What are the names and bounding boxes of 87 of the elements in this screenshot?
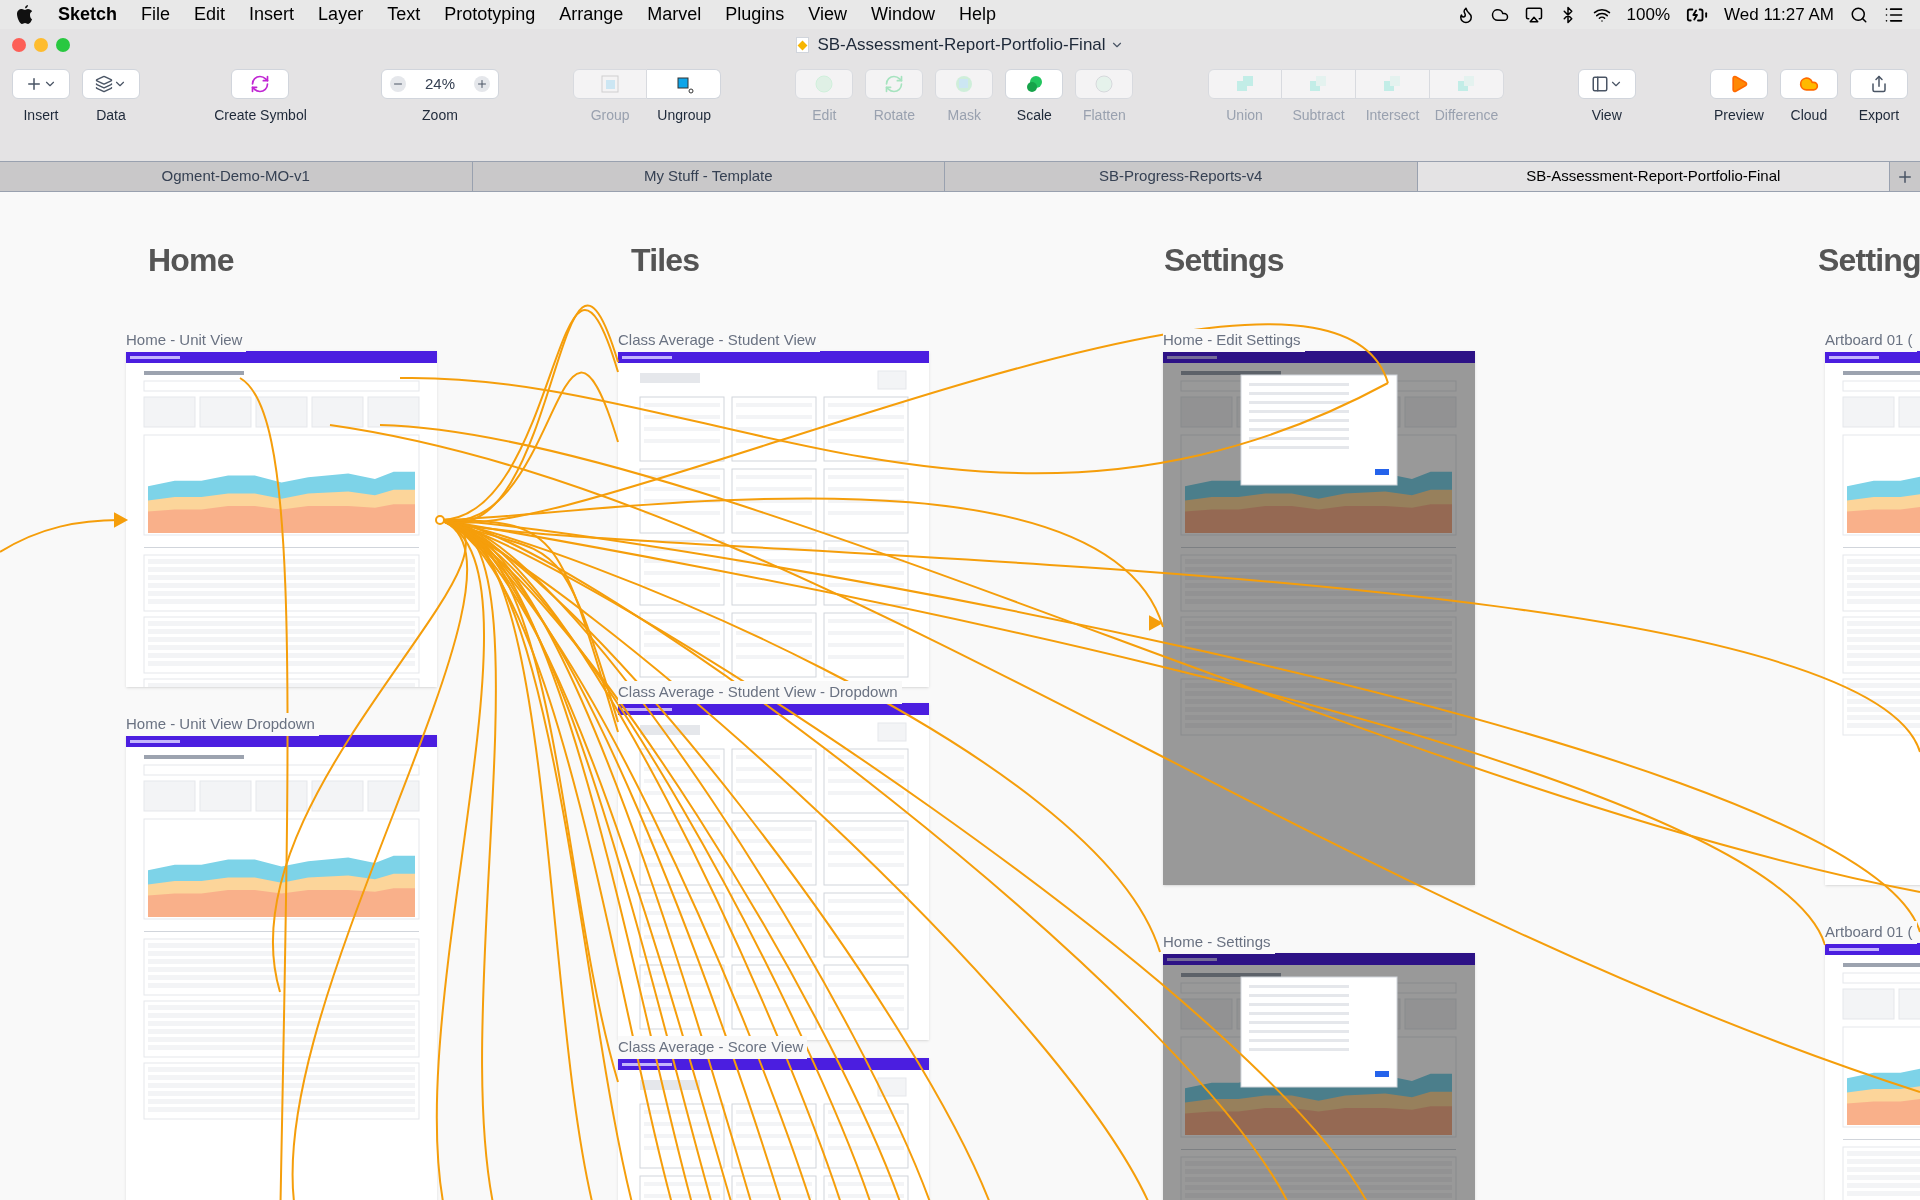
artboard-label[interactable]: Artboard 01 ( [1825, 921, 1917, 944]
shapes-icon [1234, 74, 1255, 94]
edit-icon [814, 74, 835, 94]
mask-icon [954, 74, 975, 94]
toolbar-label: Group [590, 106, 630, 125]
section-title: Settings [1164, 241, 1284, 280]
flatten-icon [1094, 74, 1115, 94]
artboard-drawing[interactable] [1163, 953, 1475, 1200]
close-window-icon[interactable] [12, 38, 26, 52]
document-tab[interactable]: SB-Progress-Reports-v4 [945, 162, 1418, 191]
toolbar-label: Insert [23, 106, 59, 125]
document-tab[interactable]: Ogment-Demo-MO-v1 [0, 162, 473, 191]
toolbar-button[interactable] [1849, 69, 1908, 99]
artboard-drawing[interactable] [618, 1058, 929, 1200]
artboard-label[interactable]: Class Average - Score View [618, 1036, 808, 1059]
zoom-in-icon[interactable] [473, 76, 490, 92]
toolbar-label: Rotate [873, 106, 915, 125]
layers-icon [95, 75, 127, 93]
toolbar-button[interactable] [12, 69, 70, 99]
toolbar-label: Flatten [1082, 106, 1126, 125]
zoom-value: 24% [424, 73, 455, 94]
menu-item[interactable]: Marvel [647, 1, 702, 28]
airplay-icon[interactable] [1524, 5, 1543, 24]
layout-icon [1590, 75, 1623, 93]
toolbar-label: Preview [1714, 106, 1764, 125]
zoom-out-icon[interactable] [389, 76, 406, 92]
artboard-label[interactable]: Home - Unit View Dropdown [126, 713, 319, 736]
app-menu[interactable]: Sketch [58, 1, 118, 28]
menu-item[interactable]: Layer [318, 1, 364, 28]
menu-item[interactable]: Edit [194, 1, 226, 28]
toolbar-label: Scale [1016, 106, 1052, 125]
menu-item[interactable]: Text [387, 1, 421, 28]
artboard-drawing[interactable] [1163, 351, 1475, 885]
toolbar-label: Subtract [1292, 106, 1345, 125]
toolbar-button[interactable] [82, 69, 140, 99]
artboard-drawing[interactable] [618, 351, 929, 687]
menu-item[interactable]: Plugins [725, 1, 785, 28]
menu-item[interactable]: Prototyping [444, 1, 536, 28]
menu-item[interactable]: Insert [249, 1, 295, 28]
toolbar-label: Create Symbol [214, 106, 307, 125]
menu-item[interactable]: Arrange [559, 1, 624, 28]
zoom-control[interactable]: 24% [380, 69, 499, 99]
search-icon[interactable] [1850, 5, 1868, 24]
toolbar-label: Zoom [422, 106, 458, 125]
document-tab[interactable]: SB-Assessment-Report-Portfolio-Final [1417, 162, 1890, 191]
menu-clock[interactable]: Wed 11:27 AM [1724, 1, 1834, 28]
artboard-drawing[interactable] [618, 703, 929, 1040]
artboard-drawing[interactable] [126, 351, 437, 687]
toolbar-button[interactable] [647, 69, 722, 99]
shapes-icon [1308, 74, 1329, 94]
export-icon [1869, 75, 1888, 93]
artboard-drawing[interactable] [126, 735, 437, 1200]
toolbar-button[interactable] [231, 69, 290, 99]
toolbar-label: Difference [1434, 106, 1499, 125]
apple-logo-icon[interactable] [16, 4, 34, 25]
section-title: Setting [1818, 241, 1920, 280]
toolbar-label: Edit [812, 106, 837, 125]
toolbar-label: Ungroup [657, 106, 711, 125]
document-tab[interactable]: My Stuff - Template [472, 162, 945, 191]
section-title: Tiles [631, 241, 700, 280]
group-icon [600, 74, 621, 94]
toolbar-button[interactable] [1577, 69, 1636, 99]
shapes-icon [1382, 74, 1403, 94]
window-title[interactable]: SB-Assessment-Report-Portfolio-Final [817, 32, 1106, 58]
toolbar-label: Mask [947, 106, 982, 125]
menu-item[interactable]: View [808, 1, 848, 28]
artboard-label[interactable]: Home - Edit Settings [1163, 329, 1305, 352]
toolbar-button[interactable] [1005, 69, 1064, 99]
battery-percent: 100% [1626, 3, 1671, 26]
toolbar-label: Cloud [1790, 106, 1828, 125]
menu-item[interactable]: Window [871, 1, 936, 28]
menu-item[interactable]: Help [959, 1, 997, 28]
section-title: Home [148, 241, 234, 280]
plus-icon [25, 75, 57, 93]
cloud-icon [1798, 74, 1819, 94]
toolbar-label: Export [1858, 106, 1900, 125]
document-icon [796, 37, 810, 53]
rotate-icon [884, 74, 905, 94]
shapes-icon [1456, 74, 1477, 94]
menu-item[interactable]: File [141, 1, 171, 28]
symbol-icon [250, 74, 271, 94]
scale-icon [1024, 74, 1045, 94]
toolbar-label: Data [96, 106, 126, 125]
artboard-label[interactable]: Class Average - Student View - Dropdown [618, 681, 902, 704]
toolbar-label: View [1591, 106, 1622, 125]
toolbar-label: Intersect [1365, 106, 1420, 125]
toolbar-label: Union [1226, 106, 1263, 125]
